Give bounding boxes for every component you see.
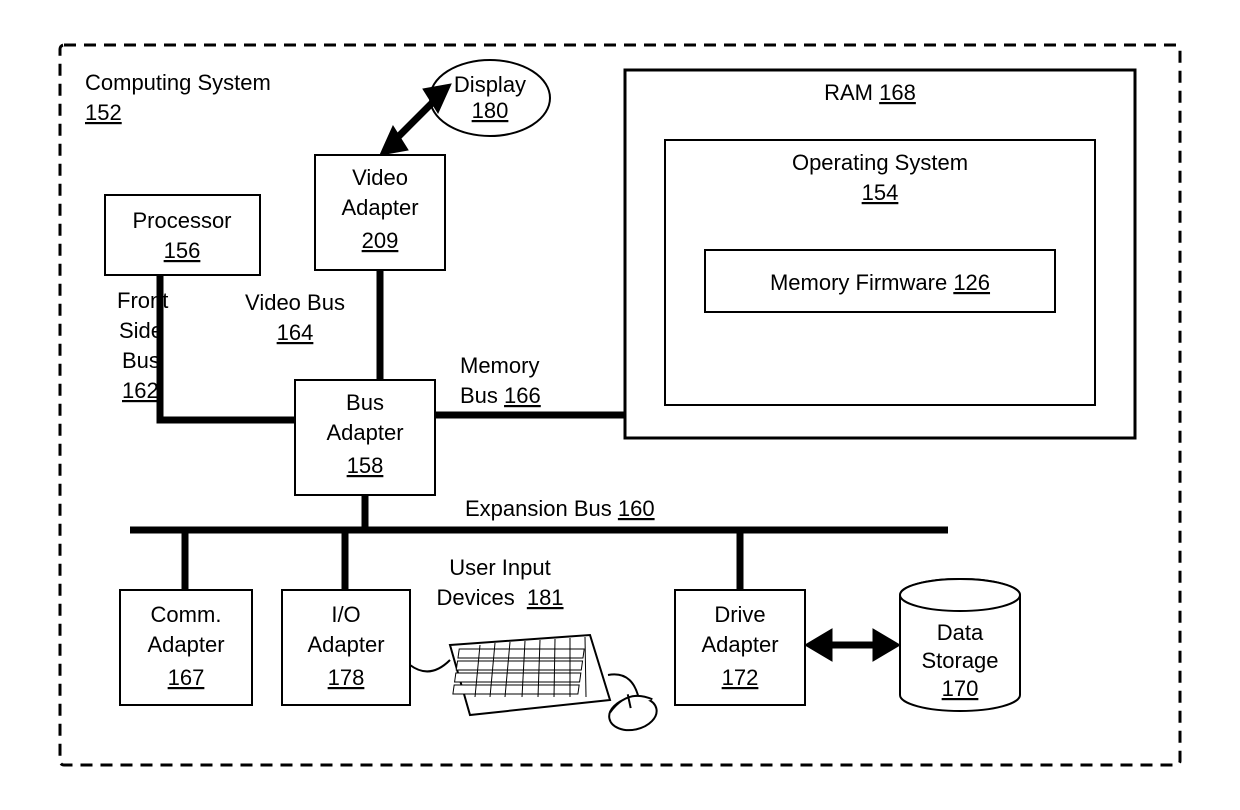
fsb-l1: Front: [117, 288, 168, 313]
video-bus-ref: 164: [277, 320, 314, 345]
processor-ref: 156: [164, 238, 201, 263]
input-devices-l2: Devices 181: [436, 585, 563, 610]
fsb-l2: Side: [119, 318, 163, 343]
expansion-bus-label: Expansion Bus 160: [465, 496, 655, 521]
video-adapter-ref: 209: [362, 228, 399, 253]
memory-firmware-label: Memory Firmware 126: [770, 270, 990, 295]
mouse-icon: [606, 692, 660, 734]
fsb-ref: 162: [122, 378, 159, 403]
system-title: Computing System: [85, 70, 271, 95]
video-bus-title: Video Bus: [245, 290, 345, 315]
data-storage-l1: Data: [937, 620, 984, 645]
system-ref: 152: [85, 100, 122, 125]
fsb-l3: Bus: [122, 348, 160, 373]
bus-adapter-ref: 158: [347, 453, 384, 478]
bus-adapter-l1: Bus: [346, 390, 384, 415]
drive-storage-arrow: [805, 629, 900, 661]
video-adapter-l1: Video: [352, 165, 408, 190]
drive-adapter-ref: 172: [722, 665, 759, 690]
display-ref: 180: [472, 98, 509, 123]
input-devices-l1: User Input: [449, 555, 551, 580]
ram-title: RAM 168: [824, 80, 916, 105]
comm-adapter-l2: Adapter: [147, 632, 224, 657]
os-ref: 154: [862, 180, 899, 205]
io-adapter-l2: Adapter: [307, 632, 384, 657]
data-storage: Data Storage 170: [900, 579, 1020, 711]
processor-title: Processor: [132, 208, 231, 233]
io-adapter-l1: I/O: [331, 602, 360, 627]
comm-adapter-l1: Comm.: [151, 602, 222, 627]
drive-adapter-l1: Drive: [714, 602, 765, 627]
memory-bus-l1: Memory: [460, 353, 539, 378]
system-diagram: Computing System 152 RAM 168 Operating S…: [0, 0, 1240, 810]
bus-adapter-l2: Adapter: [326, 420, 403, 445]
display-title: Display: [454, 72, 526, 97]
os-title: Operating System: [792, 150, 968, 175]
data-storage-ref: 170: [942, 676, 979, 701]
drive-adapter-l2: Adapter: [701, 632, 778, 657]
io-adapter-ref: 178: [328, 665, 365, 690]
io-cable: [410, 660, 450, 671]
keyboard-icon: [450, 635, 640, 715]
comm-adapter-ref: 167: [168, 665, 205, 690]
video-adapter-l2: Adapter: [341, 195, 418, 220]
processor-box: [105, 195, 260, 275]
data-storage-l2: Storage: [921, 648, 998, 673]
memory-bus-l2: Bus 166: [460, 383, 541, 408]
